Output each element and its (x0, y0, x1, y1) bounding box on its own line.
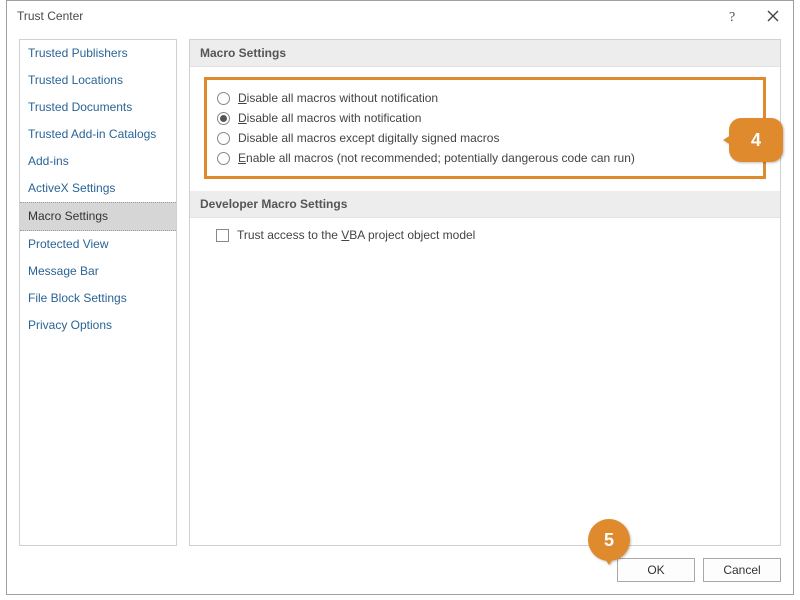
sidebar-item-file-block-settings[interactable]: File Block Settings (20, 285, 176, 312)
sidebar-item-trusted-documents[interactable]: Trusted Documents (20, 94, 176, 121)
section-developer-macro-settings-header: Developer Macro Settings (190, 191, 780, 218)
radio-disable-with-notification[interactable]: Disable all macros with notification (217, 108, 753, 128)
section-macro-settings-header: Macro Settings (190, 40, 780, 67)
dialog-title: Trust Center (17, 9, 83, 23)
checkbox-icon (216, 229, 229, 242)
radio-icon (217, 152, 230, 165)
radio-disable-no-notification[interactable]: Disable all macros without notification (217, 88, 753, 108)
sidebar-item-trusted-addin-catalogs[interactable]: Trusted Add-in Catalogs (20, 121, 176, 148)
radio-label: Disable all macros except digitally sign… (238, 131, 499, 145)
sidebar-item-label: Protected View (28, 237, 109, 251)
radio-disable-except-signed[interactable]: Disable all macros except digitally sign… (217, 128, 753, 148)
radio-icon (217, 132, 230, 145)
sidebar-item-label: Add-ins (28, 154, 69, 168)
radio-label: Disable all macros without notification (238, 91, 438, 105)
svg-text:?: ? (729, 10, 735, 23)
titlebar: Trust Center ? (7, 1, 793, 31)
radio-enable-all-macros[interactable]: Enable all macros (not recommended; pote… (217, 148, 753, 168)
trust-center-dialog: Trust Center ? Trusted Publishers Truste… (6, 0, 794, 595)
dialog-footer: OK Cancel (617, 558, 781, 582)
annotation-callout-5: 5 (588, 519, 630, 561)
sidebar-item-protected-view[interactable]: Protected View (20, 231, 176, 258)
cancel-button[interactable]: Cancel (703, 558, 781, 582)
sidebar: Trusted Publishers Trusted Locations Tru… (19, 39, 177, 546)
radio-icon (217, 92, 230, 105)
macro-settings-radio-group: Disable all macros without notification … (204, 77, 766, 179)
sidebar-item-activex-settings[interactable]: ActiveX Settings (20, 175, 176, 202)
sidebar-item-addins[interactable]: Add-ins (20, 148, 176, 175)
annotation-callout-4: 4 (729, 118, 783, 162)
sidebar-item-macro-settings[interactable]: Macro Settings (20, 202, 176, 231)
checkbox-label: Trust access to the VBA project object m… (237, 228, 475, 242)
sidebar-item-label: Trusted Locations (28, 73, 123, 87)
dialog-body: Trusted Publishers Trusted Locations Tru… (19, 39, 781, 546)
sidebar-item-label: Trusted Documents (28, 100, 132, 114)
sidebar-item-label: ActiveX Settings (28, 181, 115, 195)
sidebar-item-message-bar[interactable]: Message Bar (20, 258, 176, 285)
sidebar-item-trusted-publishers[interactable]: Trusted Publishers (20, 40, 176, 67)
sidebar-item-privacy-options[interactable]: Privacy Options (20, 312, 176, 339)
radio-label: Enable all macros (not recommended; pote… (238, 151, 635, 165)
sidebar-item-label: Trusted Add-in Catalogs (28, 127, 156, 141)
ok-button[interactable]: OK (617, 558, 695, 582)
sidebar-item-trusted-locations[interactable]: Trusted Locations (20, 67, 176, 94)
checkbox-trust-vba-access[interactable]: Trust access to the VBA project object m… (190, 218, 780, 242)
sidebar-item-label: File Block Settings (28, 291, 127, 305)
close-button[interactable] (753, 1, 793, 31)
help-button[interactable]: ? (713, 1, 753, 31)
radio-label: Disable all macros with notification (238, 111, 421, 125)
sidebar-item-label: Privacy Options (28, 318, 112, 332)
radio-icon (217, 112, 230, 125)
main-panel: Macro Settings Disable all macros withou… (189, 39, 781, 546)
sidebar-item-label: Message Bar (28, 264, 99, 278)
sidebar-item-label: Trusted Publishers (28, 46, 128, 60)
sidebar-item-label: Macro Settings (28, 209, 108, 223)
